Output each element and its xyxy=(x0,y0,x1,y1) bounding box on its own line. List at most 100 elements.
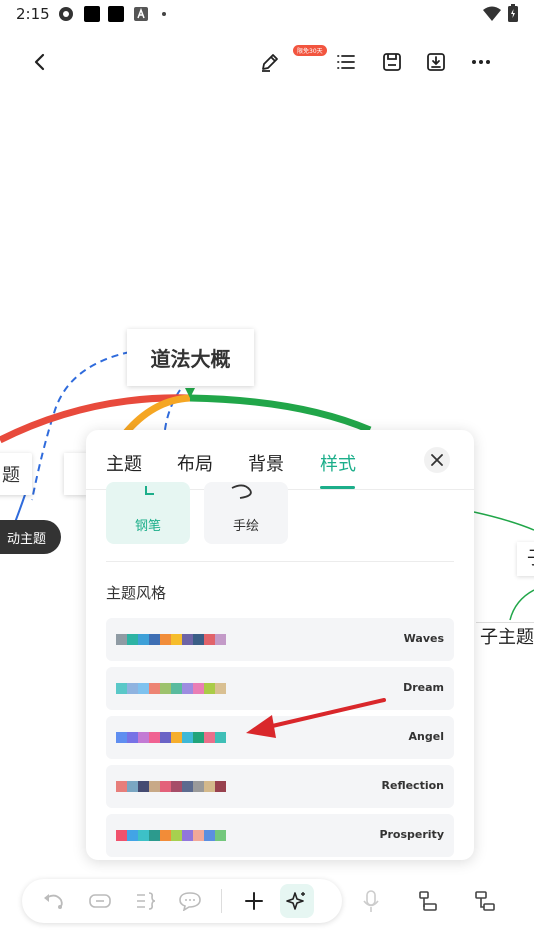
color-swatch xyxy=(149,732,160,743)
theme-row-reflection[interactable]: Reflection xyxy=(106,765,454,808)
theme-swatches xyxy=(116,634,226,645)
color-swatch xyxy=(127,683,138,694)
floating-topic-node[interactable]: 动主题 xyxy=(0,520,61,554)
color-swatch xyxy=(182,781,193,792)
color-swatch xyxy=(215,781,226,792)
color-swatch xyxy=(215,732,226,743)
microphone-icon[interactable] xyxy=(362,890,380,914)
color-swatch xyxy=(171,732,182,743)
undo-icon xyxy=(44,894,63,909)
undo-button[interactable] xyxy=(42,889,66,913)
theme-swatches xyxy=(116,830,226,841)
section-divider xyxy=(106,561,454,562)
right-topic-label: 子 xyxy=(527,548,534,569)
sparkle-icon xyxy=(286,892,305,910)
color-swatch xyxy=(182,732,193,743)
color-swatch xyxy=(127,732,138,743)
color-swatch xyxy=(193,830,204,841)
topic-node-partial[interactable] xyxy=(64,453,88,495)
style-option-pen[interactable]: 钢笔 xyxy=(106,482,190,544)
central-topic-node[interactable]: 道法大概 xyxy=(127,329,254,386)
tab-theme[interactable]: 主题 xyxy=(106,450,142,476)
color-swatch xyxy=(193,634,204,645)
color-swatch xyxy=(160,781,171,792)
color-swatch xyxy=(182,634,193,645)
theme-name: Angel xyxy=(408,730,444,743)
color-swatch xyxy=(215,683,226,694)
structure-icon[interactable] xyxy=(418,890,438,912)
topic-icon xyxy=(89,894,111,908)
comment-icon xyxy=(179,892,201,911)
theme-name: Reflection xyxy=(381,779,444,792)
color-swatch xyxy=(149,634,160,645)
style-option-pen-label: 钢笔 xyxy=(134,519,161,534)
tab-background[interactable]: 背景 xyxy=(248,450,284,476)
floating-topic-label: 动主题 xyxy=(6,531,46,547)
theme-swatches xyxy=(116,732,226,743)
theme-style-title: 主题风格 xyxy=(106,584,167,602)
color-swatch xyxy=(116,732,127,743)
color-swatch xyxy=(116,830,127,841)
summary-icon xyxy=(137,892,156,910)
color-swatch xyxy=(138,830,149,841)
color-swatch xyxy=(182,683,193,694)
plus-icon xyxy=(245,892,263,910)
color-swatch xyxy=(193,683,204,694)
subtopic-node[interactable]: 子主题 xyxy=(476,622,534,653)
color-swatch xyxy=(160,830,171,841)
color-swatch xyxy=(149,781,160,792)
layout-icon[interactable] xyxy=(474,890,496,912)
color-swatch xyxy=(171,634,182,645)
color-swatch xyxy=(138,683,149,694)
color-swatch xyxy=(204,781,215,792)
close-button[interactable] xyxy=(424,447,450,473)
close-icon xyxy=(431,454,443,466)
color-swatch xyxy=(138,732,149,743)
bottom-toolbar xyxy=(22,879,342,923)
ai-button[interactable] xyxy=(280,884,314,918)
color-swatch xyxy=(149,683,160,694)
theme-row-angel[interactable]: Angel xyxy=(106,716,454,759)
theme-row-waves[interactable]: Waves xyxy=(106,618,454,661)
tab-style[interactable]: 样式 xyxy=(320,450,356,476)
theme-swatches xyxy=(116,683,226,694)
color-swatch xyxy=(138,634,149,645)
color-swatch xyxy=(138,781,149,792)
color-swatch xyxy=(149,830,160,841)
pen-stroke-icon xyxy=(145,486,154,495)
color-swatch xyxy=(160,634,171,645)
color-swatch xyxy=(116,683,127,694)
left-topic-node[interactable]: 题 xyxy=(0,453,32,495)
color-swatch xyxy=(215,634,226,645)
comment-button[interactable] xyxy=(178,889,202,913)
style-option-handdrawn[interactable]: 手绘 xyxy=(204,482,288,544)
theme-swatches xyxy=(116,781,226,792)
style-option-handdrawn-label: 手绘 xyxy=(232,519,259,534)
color-swatch xyxy=(116,781,127,792)
theme-row-dream[interactable]: Dream xyxy=(106,667,454,710)
topic-button[interactable] xyxy=(88,889,112,913)
right-topic-node[interactable]: 子 xyxy=(517,542,534,576)
tab-layout[interactable]: 布局 xyxy=(177,450,213,476)
color-swatch xyxy=(171,781,182,792)
color-swatch xyxy=(171,683,182,694)
add-button[interactable] xyxy=(242,889,266,913)
toolbar-divider xyxy=(221,889,222,913)
color-swatch xyxy=(193,781,204,792)
color-swatch xyxy=(204,683,215,694)
theme-name: Dream xyxy=(403,681,444,694)
theme-name: Waves xyxy=(403,632,444,645)
style-panel: 主题 布局 背景 样式 钢笔 手绘 主题风格 Waves Dream Angel… xyxy=(86,430,474,860)
theme-row-prosperity[interactable]: Prosperity xyxy=(106,814,454,857)
left-topic-label: 题 xyxy=(2,465,20,486)
color-swatch xyxy=(171,830,182,841)
color-swatch xyxy=(204,732,215,743)
handdrawn-stroke-icon xyxy=(231,484,252,499)
summary-button[interactable] xyxy=(134,889,158,913)
subtopic-label: 子主题 xyxy=(480,627,534,648)
color-swatch xyxy=(215,830,226,841)
color-swatch xyxy=(193,732,204,743)
color-swatch xyxy=(127,830,138,841)
color-swatch xyxy=(160,732,171,743)
color-swatch xyxy=(182,830,193,841)
